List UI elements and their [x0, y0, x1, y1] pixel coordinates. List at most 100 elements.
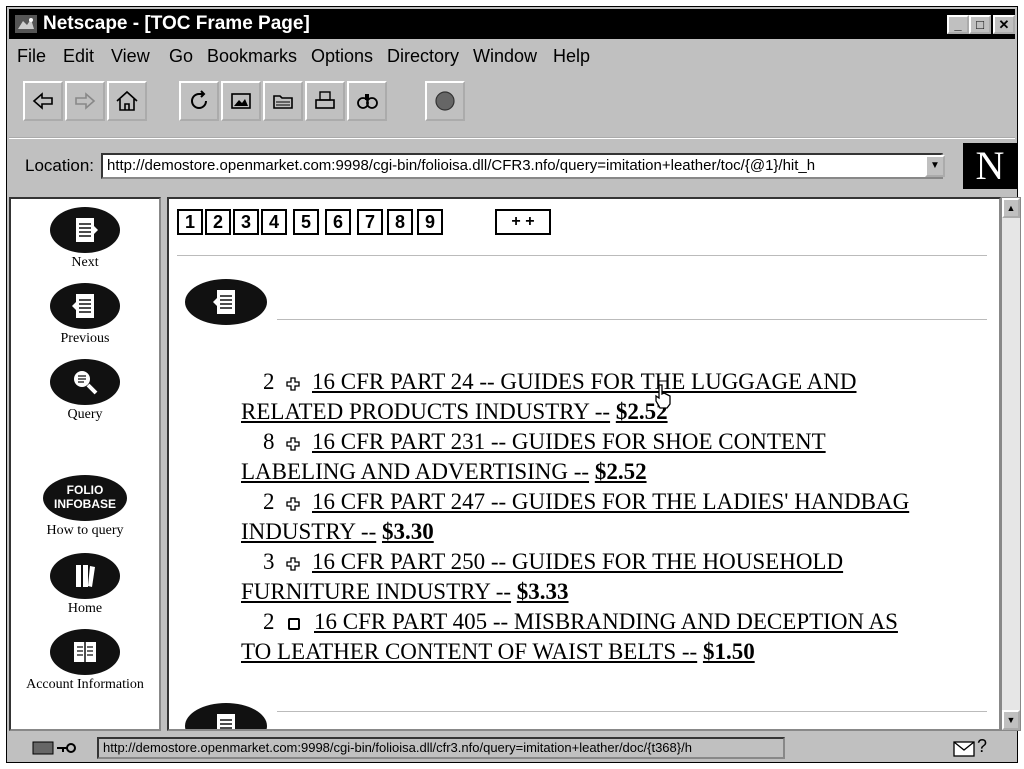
stop-icon: [435, 91, 455, 111]
page-3-button[interactable]: 3: [233, 209, 259, 235]
plus-icon[interactable]: [286, 557, 300, 571]
hit-count: 3: [263, 549, 275, 574]
previous-page-button[interactable]: [185, 279, 267, 325]
toc-entry-2-cont: LABELING AND ADVERTISING -- $2.52: [241, 457, 985, 487]
page-8-button[interactable]: 8: [387, 209, 413, 235]
nav-how-to-query[interactable]: FOLIO INFOBASE How to query: [11, 475, 159, 539]
toc-entry-link-cont[interactable]: TO LEATHER CONTENT OF WAIST BELTS --: [241, 639, 697, 664]
location-label: Location:: [25, 156, 94, 175]
page-1-button[interactable]: 1: [177, 209, 203, 235]
images-button[interactable]: [221, 81, 261, 121]
toc-entry-4-cont: FURNITURE INDUSTRY -- $3.33: [241, 577, 985, 607]
toc-entry-1-cont: RELATED PRODUCTS INDUSTRY -- $2.52: [241, 397, 985, 427]
page-6-button[interactable]: 6: [325, 209, 351, 235]
print-button[interactable]: [305, 81, 345, 121]
toc-entry-link[interactable]: 16 CFR PART 250 -- GUIDES FOR THE HOUSEH…: [312, 549, 843, 574]
open-icon: [273, 95, 293, 109]
browser-window: Netscape - [TOC Frame Page] _ □ ✕ File E…: [6, 6, 1021, 763]
toc-entry-link[interactable]: 16 CFR PART 247 -- GUIDES FOR THE LADIES…: [312, 489, 909, 514]
plus-icon[interactable]: [286, 437, 300, 451]
toc-entry-link[interactable]: 16 CFR PART 405 -- MISBRANDING AND DECEP…: [314, 609, 898, 634]
hit-count: 2: [263, 609, 275, 634]
menu-help[interactable]: Help: [553, 46, 590, 67]
menu-edit[interactable]: Edit: [63, 46, 94, 67]
previous-document-icon: [50, 283, 120, 329]
menu-window[interactable]: Window: [473, 46, 537, 67]
menu-file[interactable]: File: [17, 46, 46, 67]
hit-count: 2: [263, 369, 275, 394]
page-4-button[interactable]: 4: [261, 209, 287, 235]
location-dropdown[interactable]: ▼: [925, 155, 945, 177]
toc-entry-link-cont[interactable]: RELATED PRODUCTS INDUSTRY --: [241, 399, 610, 424]
nav-account-label: Account Information: [26, 677, 144, 692]
nav-how-to-query-label: How to query: [46, 523, 124, 538]
find-button[interactable]: [347, 81, 387, 121]
print-icon: [315, 91, 335, 109]
vertical-scrollbar[interactable]: ▲ ▼: [1001, 197, 1021, 731]
nav-previous-label: Previous: [60, 331, 110, 346]
toc-entry-link-cont[interactable]: FURNITURE INDUSTRY --: [241, 579, 511, 604]
page-9-button[interactable]: 9: [417, 209, 443, 235]
divider-top: [177, 255, 987, 256]
toc-entry-4: 3 16 CFR PART 250 -- GUIDES FOR THE HOUS…: [241, 547, 985, 577]
hit-count: 8: [263, 429, 275, 454]
menu-view[interactable]: View: [111, 46, 150, 67]
nav-account-information[interactable]: Account Information: [11, 629, 159, 693]
nav-next-label: Next: [71, 255, 99, 270]
menu-directory[interactable]: Directory: [387, 46, 459, 67]
open-button[interactable]: [263, 81, 303, 121]
status-text: http://demostore.openmarket.com:9998/cgi…: [97, 737, 785, 759]
back-button[interactable]: [23, 81, 63, 121]
nav-next[interactable]: Next: [11, 207, 159, 271]
home-button[interactable]: [107, 81, 147, 121]
toolbar: [15, 75, 1009, 131]
document-icon[interactable]: [288, 617, 301, 630]
folio-infobase-logo: FOLIO INFOBASE: [43, 475, 127, 521]
find-icon: [357, 94, 378, 109]
page-5-button[interactable]: 5: [293, 209, 319, 235]
toc-entry-link[interactable]: 16 CFR PART 231 -- GUIDES FOR SHOE CONTE…: [312, 429, 826, 454]
toc-list: 2 16 CFR PART 24 -- GUIDES FOR THE LUGGA…: [241, 367, 985, 667]
menu-options[interactable]: Options: [311, 46, 373, 67]
mail-icon[interactable]: [953, 741, 975, 757]
location-input[interactable]: http://demostore.openmarket.com:9998/cgi…: [101, 153, 943, 179]
toc-price[interactable]: $2.52: [595, 459, 647, 484]
forward-icon: [75, 92, 96, 110]
page-7-button[interactable]: 7: [357, 209, 383, 235]
next-page-button[interactable]: [185, 703, 267, 729]
toc-price[interactable]: $3.30: [382, 519, 434, 544]
close-button[interactable]: ✕: [993, 15, 1015, 34]
toc-entry-1: 2 16 CFR PART 24 -- GUIDES FOR THE LUGGA…: [241, 367, 985, 397]
back-icon: [32, 92, 53, 110]
reload-button[interactable]: [179, 81, 219, 121]
hit-count: 2: [263, 489, 275, 514]
page-2-button[interactable]: 2: [205, 209, 231, 235]
menu-bookmarks[interactable]: Bookmarks: [207, 46, 297, 67]
status-bar: http://demostore.openmarket.com:9998/cgi…: [9, 735, 1015, 761]
plus-icon[interactable]: [286, 497, 300, 511]
plus-icon[interactable]: [286, 377, 300, 391]
forward-button[interactable]: [65, 81, 105, 121]
scroll-down-button[interactable]: ▼: [1002, 710, 1020, 730]
nav-home[interactable]: Home: [11, 553, 159, 617]
toc-entry-3-cont: INDUSTRY -- $3.30: [241, 517, 985, 547]
toc-price[interactable]: $1.50: [703, 639, 755, 664]
toc-entry-link-cont[interactable]: INDUSTRY --: [241, 519, 376, 544]
nav-previous[interactable]: Previous: [11, 283, 159, 347]
nav-query[interactable]: Query: [11, 359, 159, 423]
folio-logo-line-1: FOLIO: [66, 483, 104, 497]
more-pages-button[interactable]: + +: [495, 209, 551, 235]
toc-frame: 1 2 3 4 5 6 7 8 9 + + 2 16 CFR PART 24 -…: [167, 197, 1001, 731]
next-document-icon: [217, 714, 235, 729]
title-bar: Netscape - [TOC Frame Page] _ □ ✕: [9, 9, 1015, 39]
menu-go[interactable]: Go: [169, 46, 193, 67]
security-key-icon: [32, 741, 76, 755]
toc-entry-link[interactable]: 16 CFR PART 24 -- GUIDES FOR THE LUGGAGE…: [312, 369, 857, 394]
minimize-button[interactable]: _: [947, 15, 969, 34]
scroll-up-button[interactable]: ▲: [1002, 198, 1020, 218]
help-icon[interactable]: ?: [977, 736, 987, 757]
restore-button[interactable]: □: [969, 15, 991, 34]
toc-entry-link-cont[interactable]: LABELING AND ADVERTISING --: [241, 459, 589, 484]
stop-button[interactable]: [425, 81, 465, 121]
toc-price[interactable]: $3.33: [517, 579, 569, 604]
